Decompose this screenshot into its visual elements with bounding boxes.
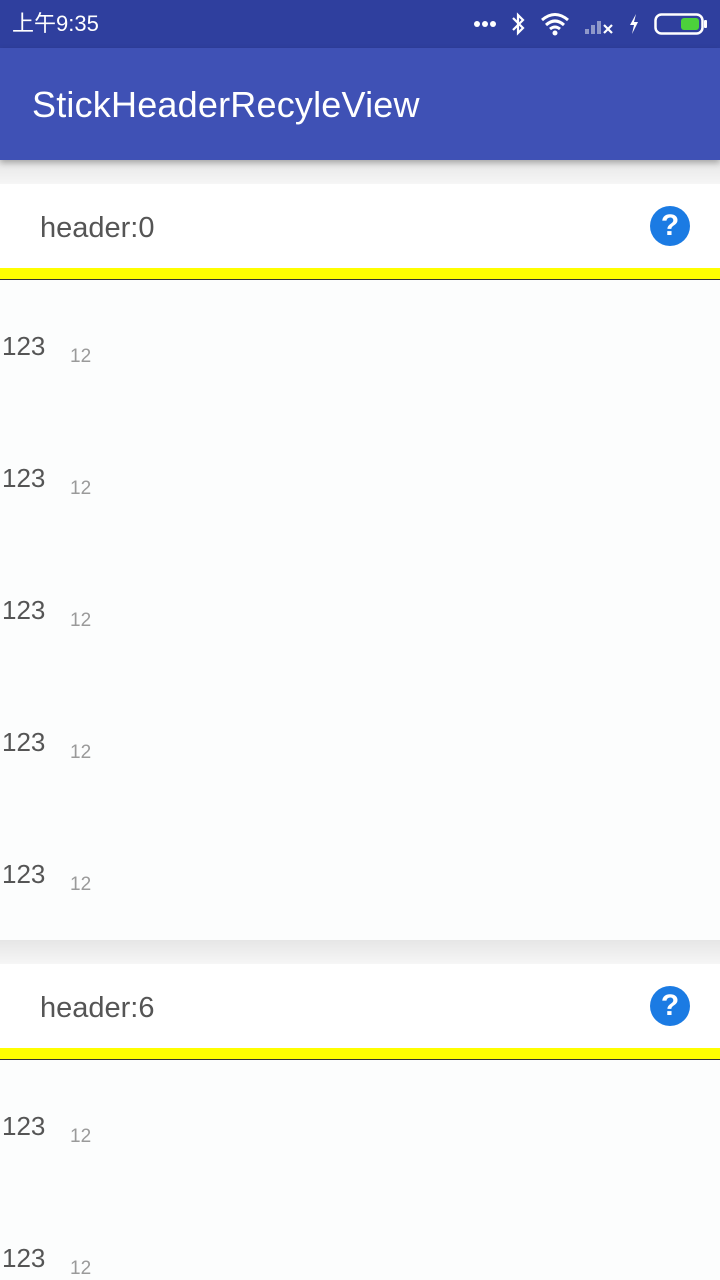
charging-icon <box>628 13 640 35</box>
item-title: 123 <box>2 1243 46 1273</box>
section-6: header:6 ? 123 12 123 12 <box>0 940 720 1280</box>
header-underline <box>0 268 720 280</box>
list-item[interactable]: 123 12 <box>0 1060 720 1192</box>
app-title: StickHeaderRecyleView <box>32 84 420 125</box>
header-label: header:0 <box>40 212 155 244</box>
item-subtitle: 12 <box>70 610 92 631</box>
app-bar: StickHeaderRecyleView <box>0 48 720 160</box>
item-title: 123 <box>2 727 46 757</box>
sticky-header[interactable]: header:0 ? <box>0 184 720 268</box>
item-subtitle: 12 <box>70 478 92 499</box>
more-dots-icon <box>474 20 496 28</box>
item-subtitle: 12 <box>70 1126 92 1147</box>
status-icons <box>474 10 708 38</box>
item-title: 123 <box>2 331 46 361</box>
item-title: 123 <box>2 859 46 889</box>
item-subtitle: 12 <box>70 346 92 367</box>
item-subtitle: 12 <box>70 742 92 763</box>
status-time: 上午9:35 <box>12 11 99 36</box>
list-item[interactable]: 123 12 <box>0 280 720 412</box>
recycler-list[interactable]: header:0 ? 123 12 123 12 123 12 123 12 1… <box>0 160 720 1280</box>
section-divider <box>0 160 720 184</box>
list-item[interactable]: 123 12 <box>0 544 720 676</box>
item-title: 123 <box>2 1111 46 1141</box>
section-0: header:0 ? 123 12 123 12 123 12 123 12 1… <box>0 160 720 940</box>
status-bar: 上午9:35 <box>0 0 720 48</box>
header-label: header:6 <box>40 992 155 1024</box>
item-title: 123 <box>2 595 46 625</box>
item-list: 123 12 123 12 123 12 123 12 123 12 <box>0 280 720 940</box>
item-subtitle: 12 <box>70 1258 92 1279</box>
signal-icon <box>584 13 614 35</box>
sticky-header[interactable]: header:6 ? <box>0 964 720 1048</box>
battery-icon <box>654 12 708 36</box>
item-list: 123 12 123 12 <box>0 1060 720 1280</box>
section-divider <box>0 940 720 964</box>
help-icon[interactable]: ? <box>650 986 690 1026</box>
list-item[interactable]: 123 12 <box>0 676 720 808</box>
wifi-icon <box>540 12 570 36</box>
header-underline <box>0 1048 720 1060</box>
list-item[interactable]: 123 12 <box>0 808 720 940</box>
help-icon[interactable]: ? <box>650 206 690 246</box>
list-item[interactable]: 123 12 <box>0 1192 720 1280</box>
bluetooth-icon <box>510 12 526 36</box>
item-subtitle: 12 <box>70 874 92 895</box>
item-title: 123 <box>2 463 46 493</box>
list-item[interactable]: 123 12 <box>0 412 720 544</box>
